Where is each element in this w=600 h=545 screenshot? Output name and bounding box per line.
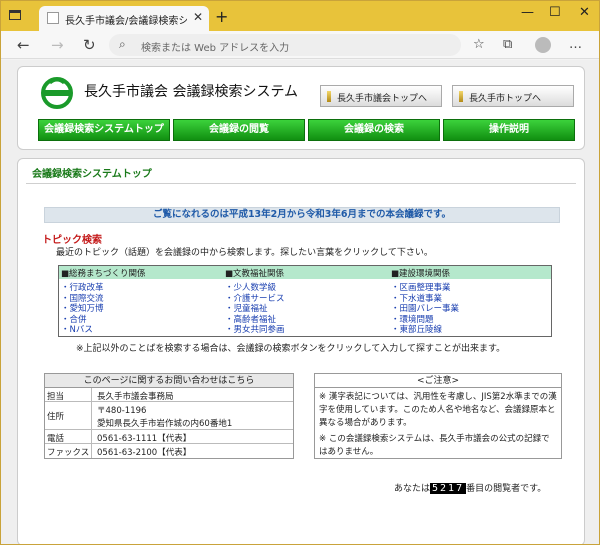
contact-heading: このページに関するお問い合わせはこちら [45, 374, 293, 388]
topic-description: 最近のトピック（話題）を会議録の中から検索します。探したい言葉をクリックして下さ… [56, 248, 433, 258]
browser-toolbar: ← → ↻ ⌕ 検索または Web アドレスを入力 ☆ ⧉ … [1, 31, 599, 59]
tab-close-icon[interactable]: ✕ [193, 10, 203, 24]
category-general: ■総務まちづくり関係 [61, 269, 146, 279]
favicon-icon [47, 12, 59, 24]
window-menu-icon[interactable] [9, 10, 21, 20]
topic-link[interactable]: ・東部丘陵線 [391, 323, 541, 335]
tab-title: 長久手市議会/会議録検索システム [65, 16, 187, 27]
contact-value: 〒480-1196 [97, 406, 147, 416]
nav-browse[interactable]: 会議録の閲覧 [173, 119, 305, 141]
search-icon: ⌕ [119, 37, 126, 51]
contact-table: このページに関するお問い合わせはこちら 担当 長久手市議会事務局 住所 〒480… [44, 373, 294, 459]
caution-box: <ご注意> ※ 漢字表記については、汎用性を考慮し、JIS第2水準までの漢字を使… [314, 373, 562, 459]
contact-value: 愛知県長久手市岩作城の内60番地1 [97, 419, 233, 429]
topic-table: ■総務まちづくり関係 ■文教福祉関係 ■建設環境関係 ・行政改革 ・国際交流 ・… [58, 265, 552, 337]
back-icon[interactable]: ← [17, 36, 30, 54]
topic-link[interactable]: ・Nバス [61, 323, 211, 335]
nav-help[interactable]: 操作説明 [443, 119, 575, 141]
contact-key: 電話 [47, 434, 65, 444]
contact-row: 担当 長久手市議会事務局 [45, 388, 293, 402]
page-content: 長久手市議会 会議録検索システム 長久手市議会トップへ 長久手市トップへ 会議録… [1, 60, 599, 544]
favorites-icon[interactable]: ☆ [473, 37, 485, 52]
contact-key: ファックス [47, 448, 90, 458]
collections-icon[interactable]: ⧉ [503, 37, 512, 52]
contact-value: 長久手市議会事務局 [97, 392, 174, 402]
counter-value: 5217 [430, 483, 467, 494]
caution-text-1: ※ 漢字表記については、汎用性を考慮し、JIS第2水準までの漢字を使用しています… [319, 392, 557, 428]
topic-link[interactable]: ・男女共同参画 [225, 323, 375, 335]
contact-row: 住所 〒480-1196 愛知県長久手市岩作城の内60番地1 [45, 402, 293, 430]
topic-link[interactable]: ・下水道事業 [391, 292, 541, 304]
address-placeholder: 検索または Web アドレスを入力 [141, 43, 290, 54]
search-note: ※上記以外のことばを検索する場合は、会議録の検索ボタンをクリックして入力して探す… [76, 344, 506, 354]
refresh-icon[interactable]: ↻ [83, 36, 96, 54]
topic-column-general: ・行政改革 ・国際交流 ・愛知万博 ・合併 ・Nバス [61, 281, 211, 335]
topic-link[interactable]: ・高齢者福祉 [225, 313, 375, 325]
topic-link[interactable]: ・田園バレー事業 [391, 302, 541, 314]
counter-prefix: あなたは [394, 484, 431, 494]
topic-column-construction: ・区画整理事業 ・下水道事業 ・田園バレー事業 ・環境問題 ・東部丘陵線 [391, 281, 541, 335]
category-construction: ■建設環境関係 [391, 269, 451, 279]
topic-link[interactable]: ・国際交流 [61, 292, 211, 304]
main-panel: 会議録検索システムトップ ご覧になれるのは平成13年2月から令和3年6月までの本… [17, 158, 585, 544]
profile-avatar[interactable] [535, 37, 551, 53]
contact-key: 担当 [47, 392, 65, 402]
topic-link[interactable]: ・行政改革 [61, 281, 211, 293]
contact-row: 電話 0561-63-1111【代表】 [45, 430, 293, 444]
tab-bar: 長久手市議会/会議録検索システム ✕ + — ☐ ✕ [1, 1, 599, 31]
site-title: 長久手市議会 会議録検索システム [84, 84, 299, 100]
council-top-button[interactable]: 長久手市議会トップへ [320, 85, 442, 107]
header-panel: 長久手市議会 会議録検索システム 長久手市議会トップへ 長久手市トップへ 会議録… [17, 66, 585, 150]
city-logo-icon [41, 77, 73, 109]
divider [26, 183, 576, 184]
topic-header-row: ■総務まちづくり関係 ■文教福祉関係 ■建設環境関係 [59, 266, 551, 279]
topic-heading: トピック検索 [42, 235, 102, 246]
forward-icon[interactable]: → [51, 36, 64, 54]
more-menu-icon[interactable]: … [569, 37, 582, 52]
topic-column-education: ・少人数学級 ・介護サービス ・児童福祉 ・高齢者福祉 ・男女共同参画 [225, 281, 375, 335]
contact-key: 住所 [47, 412, 65, 422]
visitor-counter: あなたは 5217 番目の閲覧者です。 [394, 481, 546, 494]
topic-link[interactable]: ・児童福祉 [225, 302, 375, 314]
nav-top[interactable]: 会議録検索システムトップ [38, 119, 170, 141]
contact-row: ファックス 0561-63-2100【代表】 [45, 444, 293, 458]
section-title: 会議録検索システムトップ [32, 169, 152, 180]
topic-link[interactable]: ・介護サービス [225, 292, 375, 304]
nav-search[interactable]: 会議録の検索 [308, 119, 440, 141]
topic-link[interactable]: ・愛知万博 [61, 302, 211, 314]
counter-suffix: 番目の閲覧者です。 [466, 484, 547, 494]
category-education: ■文教福祉関係 [225, 269, 285, 279]
caution-text-2: ※ この会議録検索システムは、長久手市議会の公式の記録ではありません。 [319, 434, 550, 457]
minimize-button[interactable]: — [521, 5, 534, 20]
topic-link[interactable]: ・区画整理事業 [391, 281, 541, 293]
contact-value: 0561-63-2100【代表】 [97, 448, 192, 458]
contact-value: 0561-63-1111【代表】 [97, 434, 192, 444]
browser-window: 長久手市議会/会議録検索システム ✕ + — ☐ ✕ ← → ↻ ⌕ 検索または… [0, 0, 600, 545]
address-bar[interactable]: ⌕ 検索または Web アドレスを入力 [109, 34, 461, 56]
close-window-button[interactable]: ✕ [579, 5, 590, 20]
topic-link[interactable]: ・合併 [61, 313, 211, 325]
new-tab-button[interactable]: + [215, 7, 228, 26]
availability-banner: ご覧になれるのは平成13年2月から令和3年6月までの本会議録です。 [44, 207, 560, 223]
maximize-button[interactable]: ☐ [549, 5, 561, 20]
topic-link[interactable]: ・環境問題 [391, 313, 541, 325]
city-top-button[interactable]: 長久手市トップへ [452, 85, 574, 107]
topic-link[interactable]: ・少人数学級 [225, 281, 375, 293]
tab-active[interactable]: 長久手市議会/会議録検索システム ✕ [39, 6, 209, 31]
caution-heading: <ご注意> [315, 374, 561, 388]
